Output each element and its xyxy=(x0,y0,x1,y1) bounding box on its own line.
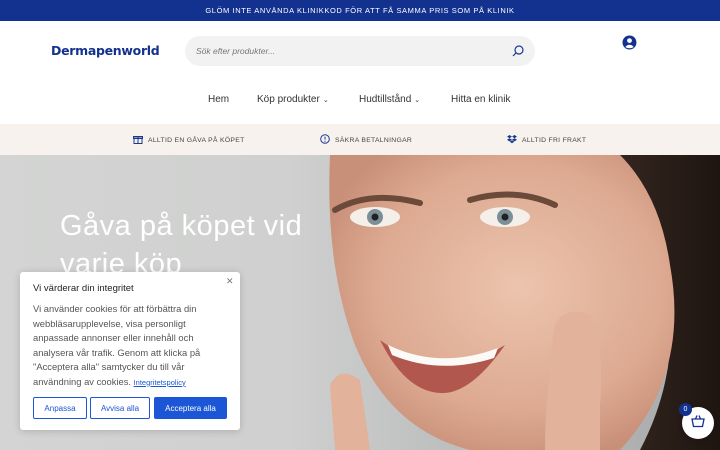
announcement-bar: GLÖM INTE ANVÄNDA KLINIKKOD FÖR ATT FÅ S… xyxy=(0,0,720,21)
usp-label: ALLTID FRI FRAKT xyxy=(522,136,587,144)
nav-item-hitta-klinik[interactable]: Hitta en klinik xyxy=(451,94,510,105)
cookie-body-text: Vi använder cookies för att förbättra di… xyxy=(33,303,201,387)
usp-label: SÄKRA BETALNINGAR xyxy=(335,136,413,144)
shopping-basket-icon xyxy=(691,414,705,433)
cookie-title: Vi värderar din integritet xyxy=(33,283,134,294)
chevron-down-icon: ⌄ xyxy=(322,96,329,104)
site-logo[interactable]: Dermapenworld xyxy=(51,43,160,58)
customize-button[interactable]: Anpassa xyxy=(33,397,87,419)
nav-item-label: Hem xyxy=(208,94,230,105)
usp-strip: ALLTID EN GÅVA PÅ KÖPET SÄKRA BETALNINGA… xyxy=(0,124,720,155)
site-header: Dermapenworld xyxy=(0,21,720,82)
usp-item-shipping: ALLTID FRI FRAKT xyxy=(507,134,586,146)
accept-all-button[interactable]: Acceptera alla xyxy=(154,397,227,419)
nav-item-hem[interactable]: Hem xyxy=(208,94,229,105)
cookie-consent-dialog: Vi värderar din integritet ✕ Vi använder… xyxy=(20,272,240,430)
main-nav: Hem Köp produkter ⌄ Hudtillstånd ⌄ Hitta… xyxy=(0,82,720,122)
nav-item-label: Hitta en klinik xyxy=(451,94,511,105)
nav-item-kop-produkter[interactable]: Köp produkter ⌄ xyxy=(257,94,329,105)
chevron-down-icon: ⌄ xyxy=(414,96,421,104)
privacy-policy-link[interactable]: Integritetspolicy xyxy=(134,378,186,387)
usp-item-secure: SÄKRA BETALNINGAR xyxy=(320,134,412,146)
reject-all-button[interactable]: Avvisa alla xyxy=(90,397,150,419)
close-icon[interactable]: ✕ xyxy=(226,276,234,287)
shield-icon xyxy=(320,134,330,146)
cookie-body: Vi använder cookies för att förbättra di… xyxy=(33,302,233,390)
search-input[interactable] xyxy=(196,36,496,66)
usp-item-gift: ALLTID EN GÅVA PÅ KÖPET xyxy=(133,134,245,146)
nav-item-label: Hudtillstånd xyxy=(359,94,412,105)
nav-item-label: Köp produkter xyxy=(257,94,320,105)
gift-icon xyxy=(133,134,143,146)
user-circle-icon[interactable] xyxy=(622,35,637,50)
search-icon[interactable] xyxy=(511,44,525,58)
nav-item-hudtillstand[interactable]: Hudtillstånd ⌄ xyxy=(359,94,420,105)
search-bar xyxy=(185,36,535,66)
cart-count-badge: 0 xyxy=(679,403,692,416)
usp-label: ALLTID EN GÅVA PÅ KÖPET xyxy=(148,136,245,144)
dropbox-box-icon xyxy=(507,134,517,146)
